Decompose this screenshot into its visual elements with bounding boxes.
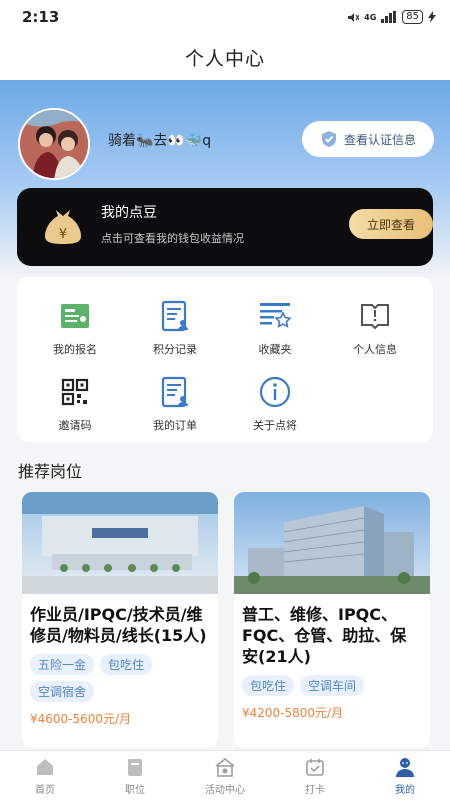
status-icons: 4G 85 [346, 10, 436, 24]
tab-checkin[interactable]: 打卡 [270, 751, 360, 800]
job-card[interactable]: 普工、维修、IPQC、FQC、仓管、助拉、保安(21人) 包吃住 空调车间 ¥4… [234, 492, 430, 748]
jobs-icon [128, 758, 142, 776]
job-title: 作业员/IPQC/技术员/维修员/物料员/线长(15人) [30, 605, 207, 645]
page-title: 个人中心 [184, 47, 265, 70]
tab-home[interactable]: 首页 [0, 751, 90, 800]
status-time: 2:13 [22, 8, 60, 26]
orders-icon [161, 376, 188, 408]
checkin-icon [306, 758, 324, 776]
username: 骑着🐜去👀🐳q [108, 133, 212, 149]
menu-label-invite-code: 邀请码 [58, 419, 92, 432]
job-photo-office-building [234, 492, 430, 594]
activity-icon [215, 757, 235, 777]
job-card[interactable]: 作业员/IPQC/技术员/维修员/物料员/线长(15人) 五险一金 包吃住 空调… [22, 492, 218, 748]
bottom-tab-bar: 首页 职位 活动中心 打卡 我的 [0, 750, 450, 800]
signal-icon [381, 11, 397, 23]
view-certification-label: 查看认证信息 [343, 132, 416, 147]
tab-activity[interactable]: 活动中心 [180, 751, 270, 800]
menu-label-signup: 我的报名 [53, 343, 97, 356]
points-record-icon [161, 300, 188, 332]
avatar[interactable] [18, 108, 90, 180]
job-tags: 五险一金 包吃住 空调宿舍 [22, 646, 218, 702]
coin-subtitle: 点击可查看我的钱包收益情况 [101, 232, 244, 245]
tab-label-home: 首页 [35, 784, 55, 796]
money-bag-icon: ¥ [45, 210, 81, 244]
job-tag: 包吃住 [100, 654, 153, 675]
menu-item-orders[interactable]: 我的订单 [125, 371, 225, 439]
shield-check-icon [321, 131, 336, 147]
status-bar: 2:13 4G 85 [0, 0, 450, 34]
view-certification-button[interactable]: 查看认证信息 [302, 121, 434, 157]
profile-icon [396, 757, 414, 777]
job-tag: 包吃住 [242, 675, 295, 696]
job-tag: 空调宿舍 [30, 681, 95, 702]
menu-label-orders: 我的订单 [153, 419, 197, 432]
svg-text:¥: ¥ [59, 227, 67, 242]
menu-label-about: 关于点将 [253, 419, 297, 432]
job-title: 普工、维修、IPQC、FQC、仓管、助拉、保安(21人) [242, 605, 407, 666]
job-tag: 空调车间 [300, 675, 365, 696]
job-tag: 五险一金 [30, 654, 95, 675]
network-label: 4G [364, 12, 377, 22]
function-menu-card: 我的报名 积分记录 收藏夹 个人信息 邀请码 我的订单 关于点将 [17, 277, 433, 442]
menu-item-about[interactable]: 关于点将 [225, 371, 325, 439]
menu-item-invite-code[interactable]: 邀请码 [25, 371, 125, 439]
qrcode-icon [61, 378, 89, 406]
menu-item-personal-info[interactable]: 个人信息 [325, 295, 425, 363]
signup-icon [61, 304, 89, 328]
nav-bar: 个人中心 [0, 34, 450, 80]
tab-jobs[interactable]: 职位 [90, 751, 180, 800]
charging-icon [428, 11, 436, 23]
job-salary: ¥4200-5800元/月 [242, 706, 344, 720]
menu-item-signup[interactable]: 我的报名 [25, 295, 125, 363]
menu-item-favorites[interactable]: 收藏夹 [225, 295, 325, 363]
job-photo-factory-lobby [22, 492, 218, 594]
coin-title: 我的点豆 [101, 205, 157, 221]
info-icon [259, 376, 291, 408]
tab-label-profile: 我的 [395, 784, 415, 796]
job-salary: ¥4600-5600元/月 [30, 712, 132, 726]
coin-wallet-card[interactable]: ¥ 我的点豆 点击可查看我的钱包收益情况 立即查看 [17, 188, 433, 266]
home-icon [37, 758, 53, 775]
favorites-icon [260, 303, 292, 328]
battery-level: 85 [402, 10, 423, 24]
menu-item-points-record[interactable]: 积分记录 [125, 295, 225, 363]
tab-label-jobs: 职位 [125, 784, 145, 796]
tab-profile[interactable]: 我的 [360, 751, 450, 800]
view-now-button[interactable]: 立即查看 [349, 209, 433, 239]
tab-label-activity: 活动中心 [205, 784, 245, 796]
job-tags: 包吃住 空调车间 [234, 667, 430, 696]
personal-info-icon [361, 304, 389, 330]
menu-label-favorites: 收藏夹 [258, 343, 292, 356]
mute-icon [348, 12, 360, 22]
menu-label-points-record: 积分记录 [153, 343, 197, 356]
tab-label-checkin: 打卡 [305, 784, 325, 796]
menu-label-personal-info: 个人信息 [353, 343, 397, 356]
recommended-jobs-title: 推荐岗位 [18, 462, 83, 481]
